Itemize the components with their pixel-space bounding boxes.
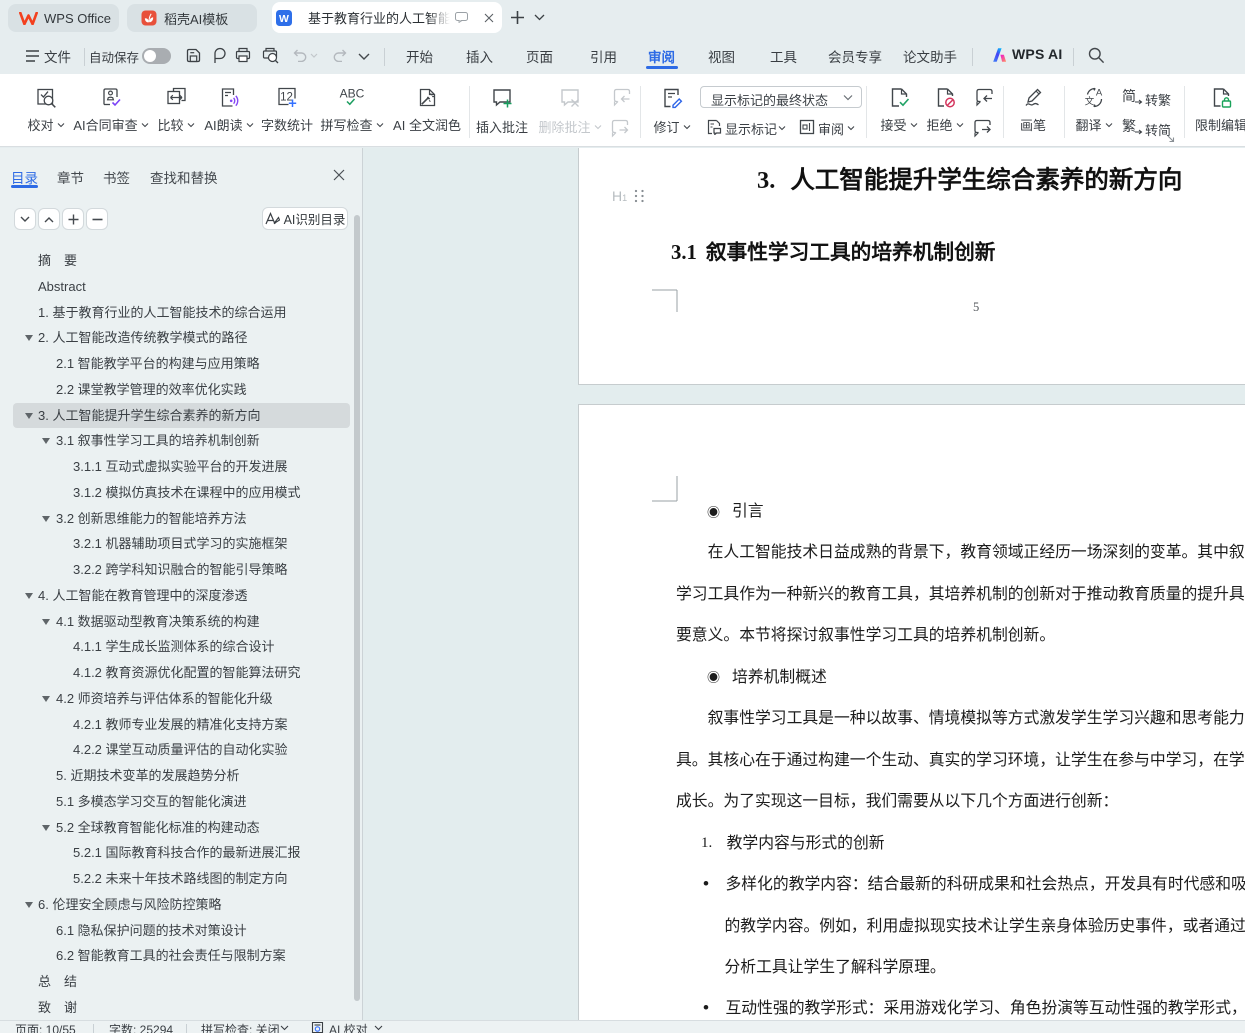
svg-text:A: A xyxy=(1095,88,1102,99)
svg-text:ABC: ABC xyxy=(340,87,365,101)
svg-text:12: 12 xyxy=(280,92,293,104)
svg-text:W: W xyxy=(279,13,289,25)
svg-text:文: 文 xyxy=(1084,96,1094,108)
